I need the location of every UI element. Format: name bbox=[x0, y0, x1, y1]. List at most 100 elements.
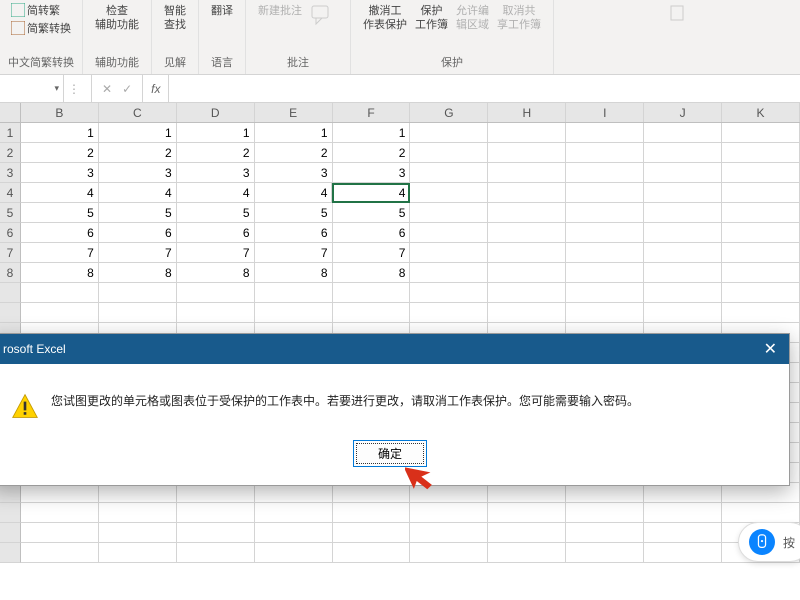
cell[interactable] bbox=[255, 303, 333, 323]
cell[interactable]: 1 bbox=[177, 123, 255, 143]
ribbon-simp-trad-convert[interactable]: 简繁转换 bbox=[11, 20, 71, 36]
ribbon-unprotect-sheet[interactable]: 撤消工 作表保护 bbox=[359, 2, 411, 35]
cell[interactable] bbox=[255, 543, 333, 563]
col-header[interactable]: I bbox=[566, 103, 644, 122]
cell[interactable]: 3 bbox=[255, 163, 333, 183]
cell[interactable]: 1 bbox=[255, 123, 333, 143]
cell[interactable] bbox=[644, 203, 722, 223]
cell[interactable] bbox=[644, 243, 722, 263]
row-header[interactable] bbox=[0, 543, 21, 563]
cell[interactable] bbox=[410, 163, 488, 183]
cell[interactable]: 7 bbox=[21, 243, 99, 263]
cell[interactable]: 7 bbox=[333, 243, 411, 263]
cell[interactable] bbox=[566, 143, 644, 163]
cell[interactable] bbox=[177, 523, 255, 543]
cell[interactable]: 6 bbox=[333, 223, 411, 243]
cell[interactable]: 2 bbox=[21, 143, 99, 163]
cell[interactable] bbox=[488, 223, 566, 243]
col-header[interactable]: H bbox=[488, 103, 566, 122]
cell[interactable] bbox=[99, 523, 177, 543]
cell[interactable]: 1 bbox=[21, 123, 99, 143]
cell[interactable] bbox=[410, 503, 488, 523]
confirm-icon[interactable]: ✓ bbox=[122, 82, 132, 96]
cell[interactable] bbox=[410, 243, 488, 263]
row-header[interactable]: 7 bbox=[0, 243, 21, 263]
floating-assist-widget[interactable]: 按 bbox=[738, 522, 800, 562]
cell[interactable] bbox=[333, 283, 411, 303]
cell[interactable] bbox=[488, 143, 566, 163]
cell[interactable] bbox=[722, 203, 800, 223]
cell[interactable]: 8 bbox=[333, 263, 411, 283]
cell[interactable]: 8 bbox=[177, 263, 255, 283]
cell[interactable] bbox=[488, 503, 566, 523]
cell[interactable] bbox=[410, 123, 488, 143]
cell[interactable] bbox=[333, 523, 411, 543]
row-header[interactable]: 5 bbox=[0, 203, 21, 223]
col-header[interactable]: E bbox=[255, 103, 333, 122]
cell[interactable] bbox=[99, 503, 177, 523]
cell[interactable]: 3 bbox=[99, 163, 177, 183]
cell[interactable] bbox=[566, 183, 644, 203]
cell[interactable] bbox=[255, 523, 333, 543]
cell[interactable]: 2 bbox=[333, 143, 411, 163]
cell[interactable] bbox=[566, 543, 644, 563]
cell[interactable] bbox=[566, 163, 644, 183]
cell[interactable] bbox=[488, 283, 566, 303]
cell[interactable]: 6 bbox=[21, 223, 99, 243]
cell[interactable]: 5 bbox=[333, 203, 411, 223]
cell[interactable]: 8 bbox=[21, 263, 99, 283]
cell[interactable]: 2 bbox=[99, 143, 177, 163]
col-header[interactable]: J bbox=[644, 103, 722, 122]
cell[interactable] bbox=[722, 183, 800, 203]
cell[interactable] bbox=[177, 503, 255, 523]
cell[interactable] bbox=[644, 143, 722, 163]
cell[interactable] bbox=[488, 483, 566, 503]
name-box[interactable]: ▾ bbox=[0, 75, 64, 102]
row-header[interactable] bbox=[0, 523, 21, 543]
cell[interactable]: 3 bbox=[177, 163, 255, 183]
row-header[interactable] bbox=[0, 303, 21, 323]
row-header[interactable] bbox=[0, 483, 21, 503]
cell[interactable]: 5 bbox=[99, 203, 177, 223]
cell[interactable]: 5 bbox=[21, 203, 99, 223]
cell[interactable] bbox=[566, 243, 644, 263]
ribbon-translate[interactable]: 翻译 bbox=[207, 2, 237, 20]
cell[interactable]: 8 bbox=[99, 263, 177, 283]
cell[interactable] bbox=[722, 223, 800, 243]
cell[interactable] bbox=[566, 283, 644, 303]
cell[interactable] bbox=[566, 303, 644, 323]
cell[interactable]: 4 bbox=[21, 183, 99, 203]
cell[interactable]: 6 bbox=[255, 223, 333, 243]
cell[interactable] bbox=[410, 143, 488, 163]
cell[interactable] bbox=[333, 543, 411, 563]
ribbon-simp-to-trad[interactable]: 简转繁 bbox=[11, 2, 71, 18]
cell[interactable] bbox=[644, 223, 722, 243]
cell[interactable] bbox=[177, 543, 255, 563]
cell[interactable] bbox=[644, 123, 722, 143]
col-header[interactable]: G bbox=[410, 103, 488, 122]
row-header[interactable] bbox=[0, 503, 21, 523]
cell[interactable] bbox=[410, 303, 488, 323]
fx-label[interactable]: fx bbox=[143, 75, 169, 102]
close-icon[interactable]: ✕ bbox=[764, 339, 777, 359]
cell[interactable] bbox=[722, 163, 800, 183]
cell[interactable] bbox=[99, 543, 177, 563]
cell[interactable] bbox=[21, 543, 99, 563]
cell[interactable]: 4 bbox=[99, 183, 177, 203]
name-box-ext[interactable]: ⋮ bbox=[64, 75, 92, 102]
cell[interactable] bbox=[410, 483, 488, 503]
cell[interactable] bbox=[566, 263, 644, 283]
row-header[interactable] bbox=[0, 283, 21, 303]
ok-button[interactable]: 确定 bbox=[353, 440, 427, 467]
cell[interactable] bbox=[722, 143, 800, 163]
col-header[interactable]: K bbox=[722, 103, 800, 122]
cell[interactable] bbox=[488, 303, 566, 323]
cell[interactable] bbox=[722, 243, 800, 263]
cell[interactable] bbox=[333, 483, 411, 503]
cell[interactable]: 7 bbox=[255, 243, 333, 263]
ribbon-check-accessibility[interactable]: 检查 辅助功能 bbox=[91, 2, 143, 35]
cell[interactable] bbox=[566, 523, 644, 543]
cell[interactable] bbox=[644, 183, 722, 203]
cell[interactable] bbox=[333, 303, 411, 323]
cell[interactable]: 3 bbox=[21, 163, 99, 183]
